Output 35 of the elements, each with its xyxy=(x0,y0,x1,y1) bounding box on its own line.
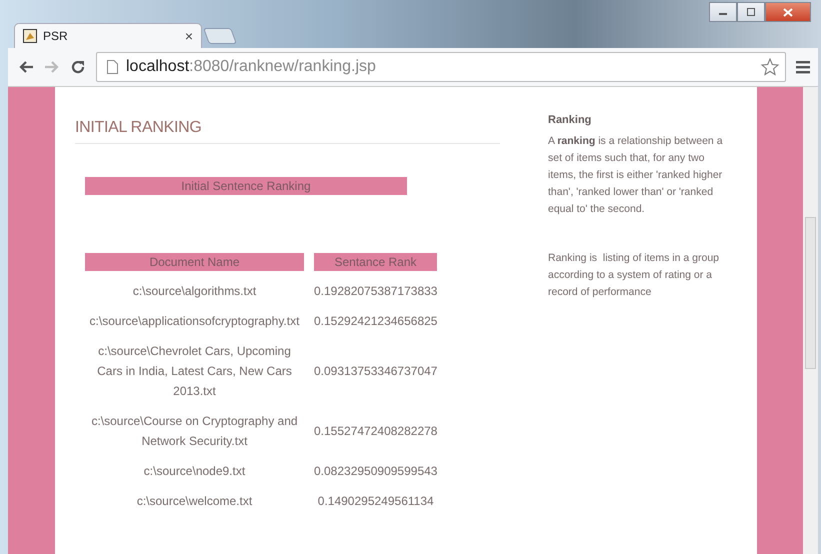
tab-title: PSR xyxy=(43,29,69,43)
browser-tab[interactable]: PSR × xyxy=(14,23,202,48)
rank-value: 0.15292421234656825 xyxy=(314,314,438,328)
rank-value: 0.15527472408282278 xyxy=(314,424,438,438)
menu-icon[interactable] xyxy=(796,60,810,74)
page-heading: INITIAL RANKING xyxy=(75,119,500,144)
maximize-icon xyxy=(746,8,756,16)
rank-value: 0.08232950909599543 xyxy=(314,464,438,478)
document-name: c:\source\welcome.txt xyxy=(136,494,252,508)
column-header: Sentance Rank xyxy=(314,253,437,271)
table-caption: Initial Sentence Ranking xyxy=(85,177,407,195)
sidebar-paragraph: A ranking is a relationship between a set of items such that, for any two items, the first is either 'ranked higher than', 'ranked lower than' or 'ranked equal to' the second. xyxy=(548,134,724,217)
document-name: c:\source\algorithms.txt xyxy=(132,284,256,298)
close-tab-button[interactable]: × xyxy=(184,28,193,44)
document-name: c:\source\Chevrolet Cars, Upcoming Cars in India, Latest Cars, New Cars 2013.txt xyxy=(97,344,292,398)
rank-value: 0.09313753346737047 xyxy=(314,364,438,378)
column-header: Document Name xyxy=(85,253,304,271)
document-name: c:\source\node9.txt xyxy=(144,464,246,478)
favicon-icon xyxy=(23,29,37,43)
star-icon[interactable] xyxy=(761,58,779,76)
sidebar-title: Ranking xyxy=(548,113,592,128)
rank-value: 0.19282075387173833 xyxy=(314,284,438,298)
document-name: c:\source\Course on Cryptography and Network Security.txt xyxy=(91,414,298,448)
close-icon xyxy=(783,8,793,16)
sidebar-paragraph: Ranking is listing of items in a group according to a system of rating or a record of performance xyxy=(548,251,720,300)
page-icon xyxy=(107,60,118,74)
minimize-button[interactable] xyxy=(709,2,737,22)
back-icon[interactable] xyxy=(18,60,34,74)
reload-icon[interactable] xyxy=(70,59,86,75)
address-bar[interactable]: localhost:8080/ranknew/ranking.jsp xyxy=(96,52,786,82)
document-name: c:\source\applicationsofcryptography.txt xyxy=(90,314,300,328)
rank-value: 0.1490295249561134 xyxy=(318,494,434,508)
maximize-button[interactable] xyxy=(737,2,765,22)
close-button[interactable] xyxy=(765,2,811,22)
scrollbar-thumb[interactable] xyxy=(805,217,816,369)
